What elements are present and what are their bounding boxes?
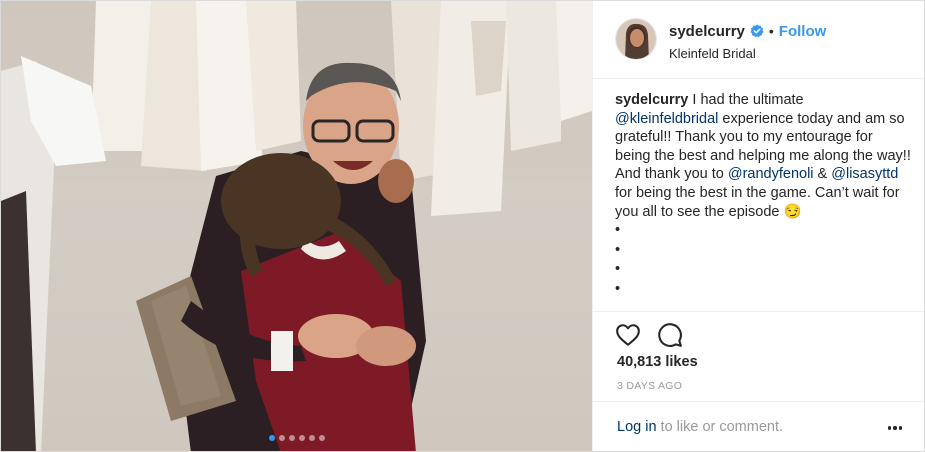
username-link[interactable]: sydelcurry [669, 23, 745, 40]
caption-text-part: for being the best in the game. Can’t wa… [615, 184, 900, 220]
photo-illustration [1, 1, 592, 451]
post-timestamp[interactable]: 3 DAYS AGO [617, 380, 682, 392]
more-options-icon[interactable] [885, 418, 905, 438]
carousel-dot[interactable] [298, 435, 305, 441]
header-text: sydelcurry • Follow Kleinfeld Bridal [669, 20, 827, 62]
bullet-line: • [615, 261, 621, 278]
carousel-dot[interactable] [308, 435, 315, 441]
caption-bullets: • • • • [615, 221, 911, 299]
post-actions: 40,813 likes 3 DAYS AGO [593, 311, 924, 392]
caption-text-part: & [813, 166, 832, 183]
location-link[interactable]: Kleinfeld Bridal [669, 46, 826, 61]
carousel-indicator[interactable] [1, 435, 592, 441]
carousel-dot[interactable] [278, 435, 285, 441]
comment-icon[interactable] [657, 322, 683, 348]
post-caption: sydelcurry I had the ultimate @kleinfeld… [615, 91, 911, 299]
post-sidebar: sydelcurry • Follow Kleinfeld Bridal syd… [592, 1, 924, 451]
login-prompt: Log in to like or comment. [617, 419, 783, 435]
avatar[interactable] [615, 18, 657, 60]
comment-bar: Log in to like or comment. [593, 401, 924, 451]
carousel-dot[interactable] [288, 435, 295, 441]
post-photo[interactable] [1, 1, 592, 451]
like-count[interactable]: 40,813 likes [617, 354, 698, 370]
carousel-dot[interactable] [268, 435, 275, 441]
verified-icon [750, 24, 764, 38]
mention-link[interactable]: @lisasyttd [831, 166, 898, 182]
mention-link[interactable]: @kleinfeldbridal [615, 111, 718, 127]
bullet-line: • [615, 222, 621, 239]
login-prompt-text: to like or comment. [656, 419, 784, 435]
login-link[interactable]: Log in [617, 419, 657, 435]
action-icons [615, 322, 683, 348]
caption-username[interactable]: sydelcurry [615, 92, 688, 108]
instagram-post: sydelcurry • Follow Kleinfeld Bridal syd… [0, 0, 925, 452]
header-separator: • [768, 23, 774, 39]
caption-text-part: I had the ultimate [688, 92, 804, 108]
avatar-image [616, 19, 656, 59]
bullet-line: • [615, 280, 621, 297]
bullet-line: • [615, 241, 621, 258]
post-header: sydelcurry • Follow Kleinfeld Bridal [593, 1, 924, 79]
mention-link[interactable]: @randyfenoli [728, 166, 814, 182]
carousel-dot[interactable] [318, 435, 325, 441]
caption-text: sydelcurry I had the ultimate @kleinfeld… [615, 91, 911, 221]
follow-button[interactable]: Follow [779, 23, 827, 40]
heart-icon[interactable] [615, 322, 641, 348]
